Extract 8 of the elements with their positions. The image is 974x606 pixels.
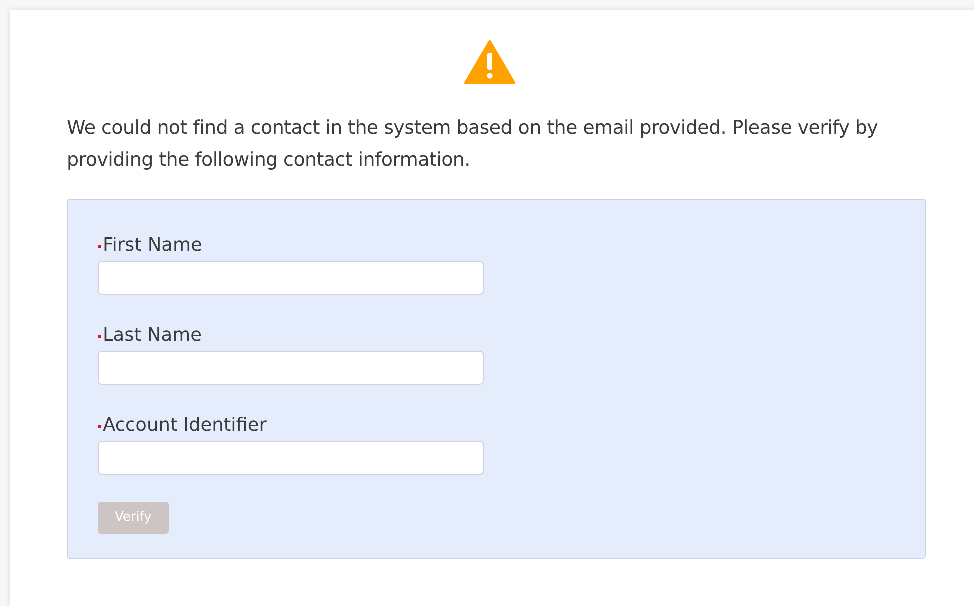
- warning-icon: [464, 40, 516, 86]
- text-field[interactable]: [98, 441, 484, 475]
- message-text: We could not find a contact in the system based on the email provided. Please verify by providing the following contact information.: [67, 116, 880, 173]
- text-field[interactable]: [98, 351, 484, 385]
- text-field[interactable]: [98, 261, 484, 295]
- field-label: Account Identifier: [103, 414, 267, 438]
- field-label: First Name: [103, 234, 202, 258]
- field-label: Last Name: [103, 324, 202, 348]
